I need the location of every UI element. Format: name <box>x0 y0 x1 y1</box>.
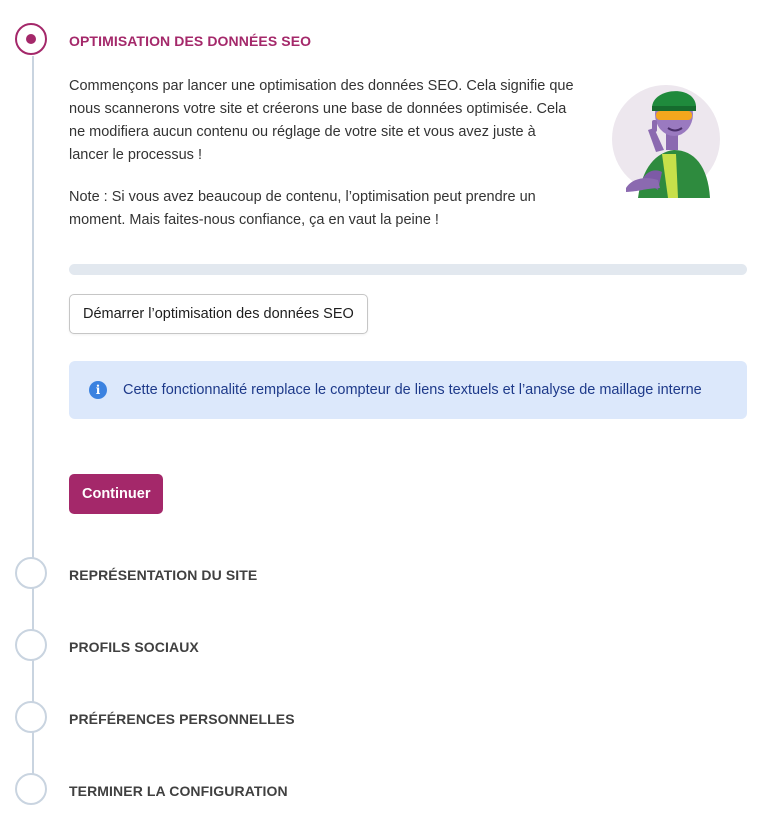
step-indicator-finish-configuration[interactable] <box>15 773 47 805</box>
info-icon: i <box>89 381 107 399</box>
step-title-social-profiles[interactable]: PROFILS SOCIAUX <box>69 639 199 655</box>
step-title-seo-optimization: OPTIMISATION DES DONNÉES SEO <box>69 33 312 49</box>
intro-paragraph: Commençons par lancer une optimisation d… <box>69 78 574 163</box>
note-paragraph: Note : Si vous avez beaucoup de contenu,… <box>69 189 536 228</box>
step-description: Commençons par lancer une optimisation d… <box>69 75 579 251</box>
step-indicator-personal-preferences[interactable] <box>15 701 47 733</box>
step-title-site-representation[interactable]: REPRÉSENTATION DU SITE <box>69 567 257 583</box>
step-indicator-active <box>15 23 47 55</box>
info-notice: i Cette fonctionnalité remplace le compt… <box>69 361 747 419</box>
optimization-progress-bar <box>69 264 747 275</box>
continue-button[interactable]: Continuer <box>69 474 164 514</box>
stepper-rail <box>32 56 34 774</box>
step-indicator-site-representation[interactable] <box>15 557 47 589</box>
step-title-personal-preferences[interactable]: PRÉFÉRENCES PERSONNELLES <box>69 711 295 727</box>
mascot-illustration <box>612 85 720 198</box>
step-title-finish-configuration[interactable]: TERMINER LA CONFIGURATION <box>69 783 288 799</box>
start-seo-optimization-button[interactable]: Démarrer l’optimisation des données SEO <box>69 294 368 334</box>
step-indicator-social-profiles[interactable] <box>15 629 47 661</box>
notice-text: Cette fonctionnalité remplace le compteu… <box>123 382 702 398</box>
